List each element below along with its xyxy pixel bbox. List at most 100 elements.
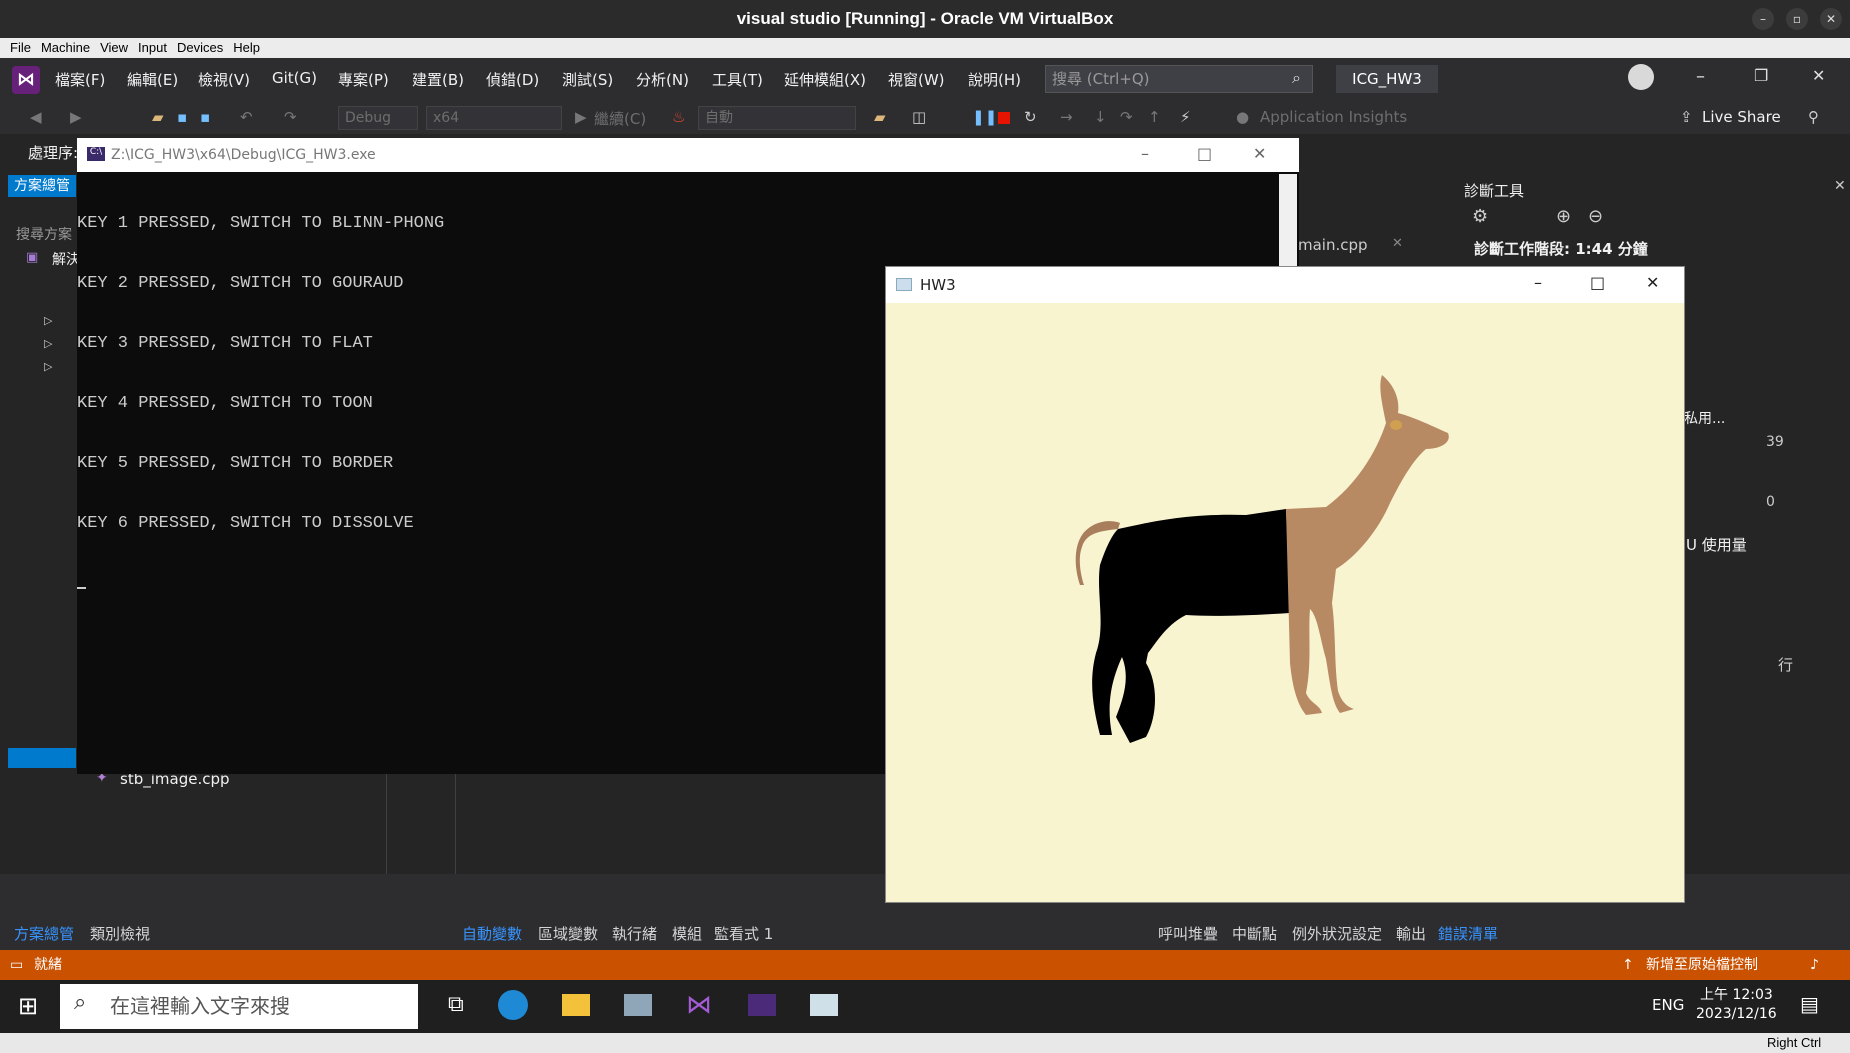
menu-window[interactable]: 視窗(W) [888,69,945,90]
insights-icon[interactable]: ● [1236,108,1249,126]
zoom-in-icon[interactable]: ⊕ [1556,206,1571,227]
expand-icon[interactable]: ▷ [44,360,52,373]
folder-icon[interactable]: ▰ [874,108,886,126]
tab-watch-1[interactable]: 監看式 1 [714,923,773,944]
vbox-menu-file[interactable]: File [0,38,36,58]
menu-build[interactable]: 建置(B) [412,69,464,90]
tab-locals[interactable]: 區域變數 [538,923,598,944]
language-indicator[interactable]: ENG [1652,996,1684,1014]
clock-date[interactable]: 2023/12/16 [1696,1006,1777,1022]
undo-icon[interactable]: ↶ [240,108,253,126]
continue-icon[interactable]: ▶ [575,108,587,126]
tab-class-view[interactable]: 類別檢視 [90,923,150,944]
step-icon[interactable]: ↷ [1120,108,1133,126]
windows-start-icon[interactable]: ⊞ [18,992,38,1020]
tab-threads[interactable]: 執行緒 [612,923,657,944]
visual-studio-icon[interactable]: ⋈ [686,990,712,1020]
menu-project[interactable]: 專案(P) [338,69,389,90]
minimize-icon[interactable]: – [1696,66,1705,87]
save-icon[interactable]: ▪ [177,108,187,126]
vbox-minimize-button[interactable]: – [1752,8,1774,30]
vbox-close-button[interactable]: ✕ [1820,8,1842,30]
save-all-icon[interactable]: ▪ [200,108,210,126]
diagnostic-icon[interactable]: ⚡ [1180,108,1191,126]
tab-exception-settings[interactable]: 例外狀況設定 [1292,923,1382,944]
minimize-icon[interactable]: – [1534,273,1542,292]
pause-icon[interactable]: ❚❚ [972,108,997,126]
stop-icon[interactable] [998,112,1010,124]
restart-icon[interactable]: ↻ [1024,108,1037,126]
hw3-window[interactable]: HW3 – □ ✕ [885,266,1685,903]
source-control-button[interactable]: 新增至原始檔控制 [1646,950,1758,980]
bell-icon[interactable]: ♪ [1810,950,1819,980]
menu-debug[interactable]: 偵錯(D) [486,69,539,90]
expand-icon[interactable]: ▷ [44,337,52,350]
live-share-button[interactable]: Live Share [1702,108,1781,126]
tab-modules[interactable]: 模組 [672,923,702,944]
editor-tab-main-cpp[interactable]: main.cpp [1298,236,1368,254]
step-out-icon[interactable]: ↑ [1148,108,1161,126]
feedback-icon[interactable]: ⚲ [1808,108,1819,126]
close-icon[interactable]: ✕ [1812,66,1825,85]
expand-icon[interactable]: ▷ [44,314,52,327]
menu-tools[interactable]: 工具(T) [712,69,763,90]
menu-view[interactable]: 檢視(V) [198,69,250,90]
photos-icon[interactable] [624,994,652,1016]
vbox-menu-input[interactable]: Input [133,38,172,58]
restore-icon[interactable]: ❐ [1754,66,1768,85]
vbox-menu-devices[interactable]: Devices [172,38,228,58]
solution-search-input[interactable]: 搜尋方案 [16,224,72,244]
task-view-icon[interactable]: ⧉ [448,992,464,1017]
continue-button[interactable]: 繼續(C) [594,108,646,129]
menu-analyze[interactable]: 分析(N) [636,69,689,90]
close-icon[interactable]: ✕ [1646,273,1659,292]
menu-git[interactable]: Git(G) [272,69,317,87]
menu-edit[interactable]: 編輯(E) [127,69,178,90]
vbox-maximize-button[interactable]: ▫ [1786,8,1808,30]
redo-icon[interactable]: ↷ [284,108,297,126]
vbox-menu-machine[interactable]: Machine [36,38,95,58]
back-icon[interactable]: ◀ [30,108,42,126]
minimize-icon[interactable]: – [1141,144,1149,163]
tab-autos[interactable]: 自動變數 [462,923,522,944]
tab-breakpoints[interactable]: 中斷點 [1232,923,1277,944]
menu-file[interactable]: 檔案(F) [55,69,105,90]
file-explorer-icon[interactable] [562,994,590,1016]
maximize-icon[interactable]: □ [1590,273,1605,292]
step-into-icon[interactable]: ↓ [1094,108,1107,126]
app-insights-button[interactable]: Application Insights [1260,108,1407,126]
zoom-out-icon[interactable]: ⊖ [1588,206,1603,227]
settings-icon[interactable]: ⚙ [1472,206,1488,227]
selected-tree-row[interactable] [8,748,76,768]
menu-extensions[interactable]: 延伸模組(X) [784,69,866,90]
tab-close-icon[interactable]: ✕ [1392,236,1403,251]
screenshot-icon[interactable]: ◫ [912,108,926,126]
tab-output[interactable]: 輸出 [1396,923,1426,944]
open-folder-icon[interactable]: ▰ [152,108,164,126]
tab-error-list[interactable]: 錯誤清單 [1438,923,1498,944]
clock-time[interactable]: 上午 12:03 [1700,984,1773,1004]
solution-explorer-tab[interactable]: 方案總管 [8,175,76,197]
forward-icon[interactable]: ▶ [70,108,82,126]
hot-reload-icon[interactable]: ♨ [672,108,685,126]
auto-dropdown[interactable]: 自動 [698,106,856,130]
maximize-icon[interactable]: □ [1197,144,1212,163]
platform-dropdown[interactable]: x64 [426,106,562,130]
vbox-menu-help[interactable]: Help [228,38,265,58]
step-over-icon[interactable]: → [1060,108,1073,126]
config-dropdown[interactable]: Debug [338,106,418,130]
tab-solution-explorer[interactable]: 方案總管 [14,923,74,944]
tab-call-stack[interactable]: 呼叫堆疊 [1158,923,1218,944]
menu-test[interactable]: 測試(S) [562,69,613,90]
search-icon[interactable]: ⌕ [1292,68,1301,88]
edge-icon[interactable] [498,990,528,1020]
avatar[interactable] [1628,64,1654,90]
console-task-icon[interactable] [748,994,776,1016]
vs-search-input[interactable]: 搜尋 (Ctrl+Q) [1045,65,1313,93]
close-icon[interactable]: ✕ [1834,178,1846,194]
taskbar-search-input[interactable]: 在這裡輸入文字來搜 [60,984,418,1029]
notification-icon[interactable]: ▤ [1800,992,1819,1016]
close-icon[interactable]: ✕ [1253,144,1266,163]
menu-help[interactable]: 說明(H) [968,69,1021,90]
solution-root[interactable]: 解決 [52,249,80,269]
